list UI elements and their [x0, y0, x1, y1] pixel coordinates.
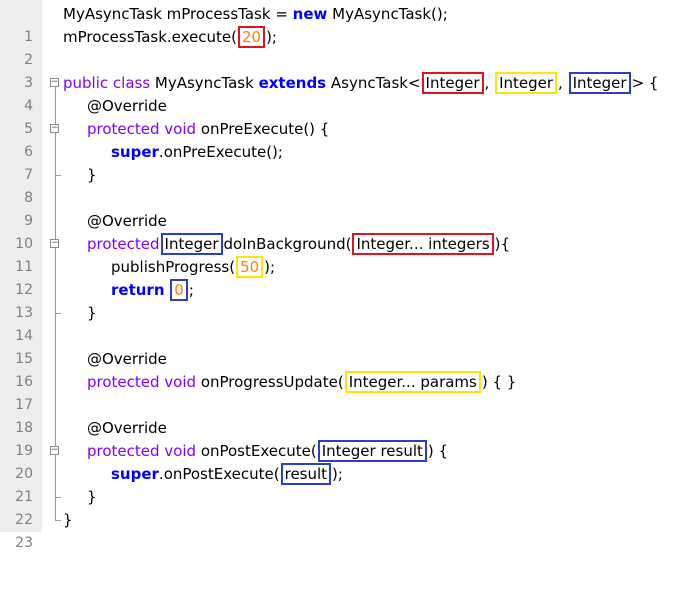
annotation: @Override [87, 97, 167, 115]
code-line-20: 20 protected void onPostExecute(Integer … [0, 440, 679, 482]
keyword: extends [258, 74, 327, 92]
return-value-box: 0 [170, 279, 188, 301]
code-text: .onPostExecute( [158, 465, 280, 483]
execute-arg-params-box: 20 [237, 26, 266, 48]
modifier: protected void [87, 373, 197, 391]
line-number: 23 [15, 535, 33, 551]
result-pass-box: result [280, 463, 332, 485]
fold-collapse-icon[interactable] [50, 124, 59, 133]
code-text: > { [631, 74, 659, 92]
code-text: ) { } [481, 373, 517, 391]
code-line-18: 18 [0, 394, 679, 436]
modifier: protected [87, 235, 160, 253]
annotation: @Override [87, 350, 167, 368]
params-type-box: Integer [421, 72, 484, 94]
code-text: ; [188, 281, 194, 299]
fold-end-marker [55, 520, 61, 521]
code-line-14: 14 } [0, 302, 679, 344]
code-text: } [87, 166, 97, 184]
code-line-7: 7 super.onPreExecute(); [0, 141, 679, 183]
code-text: onPreExecute() { [196, 120, 330, 138]
code-text: doInBackground( [223, 235, 352, 253]
modifier: protected void [87, 442, 197, 460]
code-text: } [87, 488, 97, 506]
code-text: onProgressUpdate( [196, 373, 344, 391]
fold-collapse-icon[interactable] [50, 78, 59, 87]
modifier: protected void [87, 120, 197, 138]
result-type-box: Integer [568, 72, 631, 94]
code-text: mProcessTask.execute( [63, 28, 237, 46]
code-line-16: 16 @Override [0, 348, 679, 390]
params-arg-box: Integer... integers [352, 233, 494, 255]
keyword: new [292, 5, 328, 23]
return-type-box: Integer [160, 233, 223, 255]
code-line-19: 19 @Override [0, 417, 679, 459]
code-line-4: 4 public class MyAsyncTask extends Async… [0, 72, 679, 114]
annotation: @Override [87, 212, 167, 230]
code-line-9: 9 [0, 187, 679, 229]
code-text: publishProgress( [111, 258, 236, 276]
fold-collapse-icon[interactable] [50, 239, 59, 248]
code-text: ); [264, 258, 276, 276]
modifier: public class [63, 74, 151, 92]
code-text: } [87, 304, 97, 322]
code-text: .onPreExecute(); [158, 143, 283, 161]
code-line-17: 17 protected void onProgressUpdate(Integ… [0, 371, 679, 413]
annotation: @Override [87, 419, 167, 437]
result-arg-box: Integer result [317, 440, 427, 462]
code-line-11: 11 protectedIntegerdoInBackground(Intege… [0, 233, 679, 275]
code-line-21: 21 super.onPostExecute(result); [0, 463, 679, 505]
fold-end-marker [55, 313, 61, 314]
code-line-6: 6 protected void onPreExecute() { [0, 118, 679, 160]
code-text: MyAsyncTask(); [327, 5, 448, 23]
keyword: return [111, 281, 165, 299]
code-text: ){ [494, 235, 511, 253]
code-text: MyAsyncTask mProcessTask = [63, 5, 293, 23]
code-text: ); [266, 28, 277, 46]
fold-end-marker [55, 497, 61, 498]
keyword: super [111, 143, 159, 161]
code-text: ) { [427, 442, 449, 460]
code-line-12: 12 publishProgress(50); [0, 256, 679, 298]
code-line-22: 22 } [0, 486, 679, 528]
code-line-13: 13 return 0; [0, 279, 679, 321]
progress-type-box: Integer [495, 72, 558, 94]
fold-collapse-icon[interactable] [50, 446, 59, 455]
fold-end-marker [55, 175, 61, 176]
code-text: MyAsyncTask [150, 74, 259, 92]
code-line-5: 5 @Override [0, 95, 679, 137]
code-line-23: 23 } [0, 509, 679, 551]
code-line-8: 8 } [0, 164, 679, 206]
code-line-2: 2 mProcessTask.execute(20); [0, 26, 679, 68]
keyword: super [111, 465, 159, 483]
code-text: , [558, 74, 563, 92]
code-line-10: 10 @Override [0, 210, 679, 252]
code-line-15: 15 [0, 325, 679, 367]
code-text: , [484, 74, 490, 92]
code-text: AsyncTask< [326, 74, 421, 92]
code-text: onPostExecute( [196, 442, 317, 460]
progress-arg-box: Integer... params [344, 371, 481, 393]
code-line-3: 3 [0, 49, 679, 91]
code-text: ); [332, 465, 343, 483]
code-text: } [63, 511, 73, 529]
progress-value-box: 50 [236, 256, 264, 278]
code-line-1: 1 MyAsyncTask mProcessTask = new MyAsync… [0, 3, 679, 45]
